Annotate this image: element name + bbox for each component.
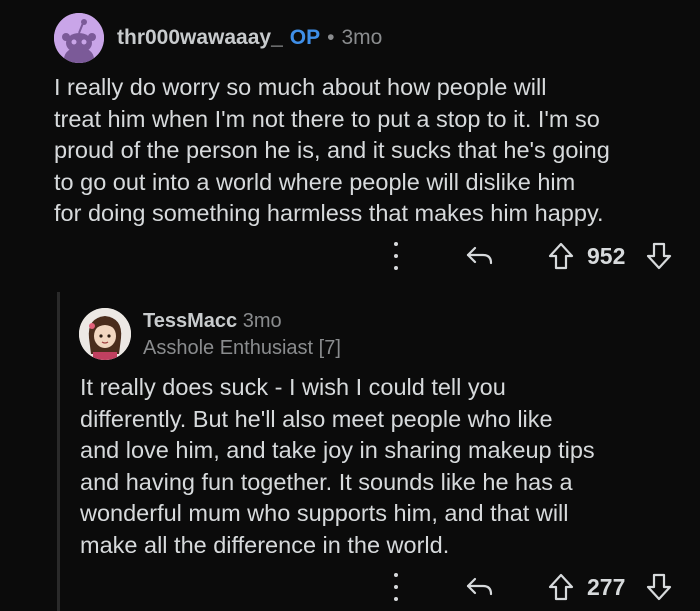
reply-username[interactable]: TessMacc: [143, 310, 237, 332]
header-separator: •: [327, 26, 335, 49]
comment-line: make all the difference in the world.: [80, 531, 450, 558]
reply-arrow-icon[interactable]: [465, 244, 495, 268]
reply-action-bar: 277: [0, 570, 700, 604]
op-timestamp: 3mo: [341, 26, 383, 49]
snoo-avatar-icon: [54, 13, 104, 63]
character-avatar-icon: [79, 308, 131, 360]
comment-line: differently. But he'll also meet people …: [80, 405, 553, 432]
op-username[interactable]: thr000wawaaay_: [117, 26, 283, 50]
op-action-bar: 952: [0, 239, 700, 273]
comment-line: and having fun together. It sounds like …: [80, 468, 573, 495]
reply-comment-header: TessMacc 3mo: [143, 310, 282, 333]
reply-arrow-icon[interactable]: [465, 575, 495, 599]
comment-line: for doing something harmless that makes …: [54, 200, 604, 226]
user-flair: Asshole Enthusiast [7]: [143, 337, 341, 359]
comment-line: proud of the person he is, and it sucks …: [54, 137, 610, 163]
thread-indent-line[interactable]: [57, 292, 60, 611]
upvote-arrow-icon[interactable]: [548, 573, 574, 601]
reply-comment-body: It really does suck - I wish I could tel…: [80, 372, 595, 561]
comment-line: I really do worry so much about how peop…: [54, 74, 547, 100]
op-badge: OP: [289, 26, 321, 49]
comment-line: treat him when I'm not there to put a st…: [54, 105, 600, 132]
upvote-arrow-icon[interactable]: [548, 242, 574, 270]
op-comment-header: thr000wawaaay_ OP • 3mo: [117, 26, 382, 50]
op-score: 952: [587, 243, 626, 269]
op-comment: thr000wawaaay_ OP • 3mo I really do worr…: [0, 0, 700, 292]
op-comment-body: I really do worry so much about how peop…: [54, 72, 610, 230]
more-vertical-icon[interactable]: [391, 242, 401, 270]
comment-line: It really does suck - I wish I could tel…: [80, 374, 506, 400]
reply-avatar[interactable]: [79, 308, 131, 360]
comment-line: wonderful mum who supports him, and that…: [80, 500, 569, 526]
comment-line: to go out into a world where people will…: [54, 168, 576, 195]
downvote-arrow-icon[interactable]: [646, 573, 672, 601]
comment-line: and love him, and take joy in sharing ma…: [80, 437, 595, 463]
more-vertical-icon[interactable]: [391, 573, 401, 601]
reply-score: 277: [587, 574, 626, 600]
downvote-arrow-icon[interactable]: [646, 242, 672, 270]
op-avatar[interactable]: [54, 13, 104, 63]
reply-timestamp: 3mo: [242, 310, 282, 332]
